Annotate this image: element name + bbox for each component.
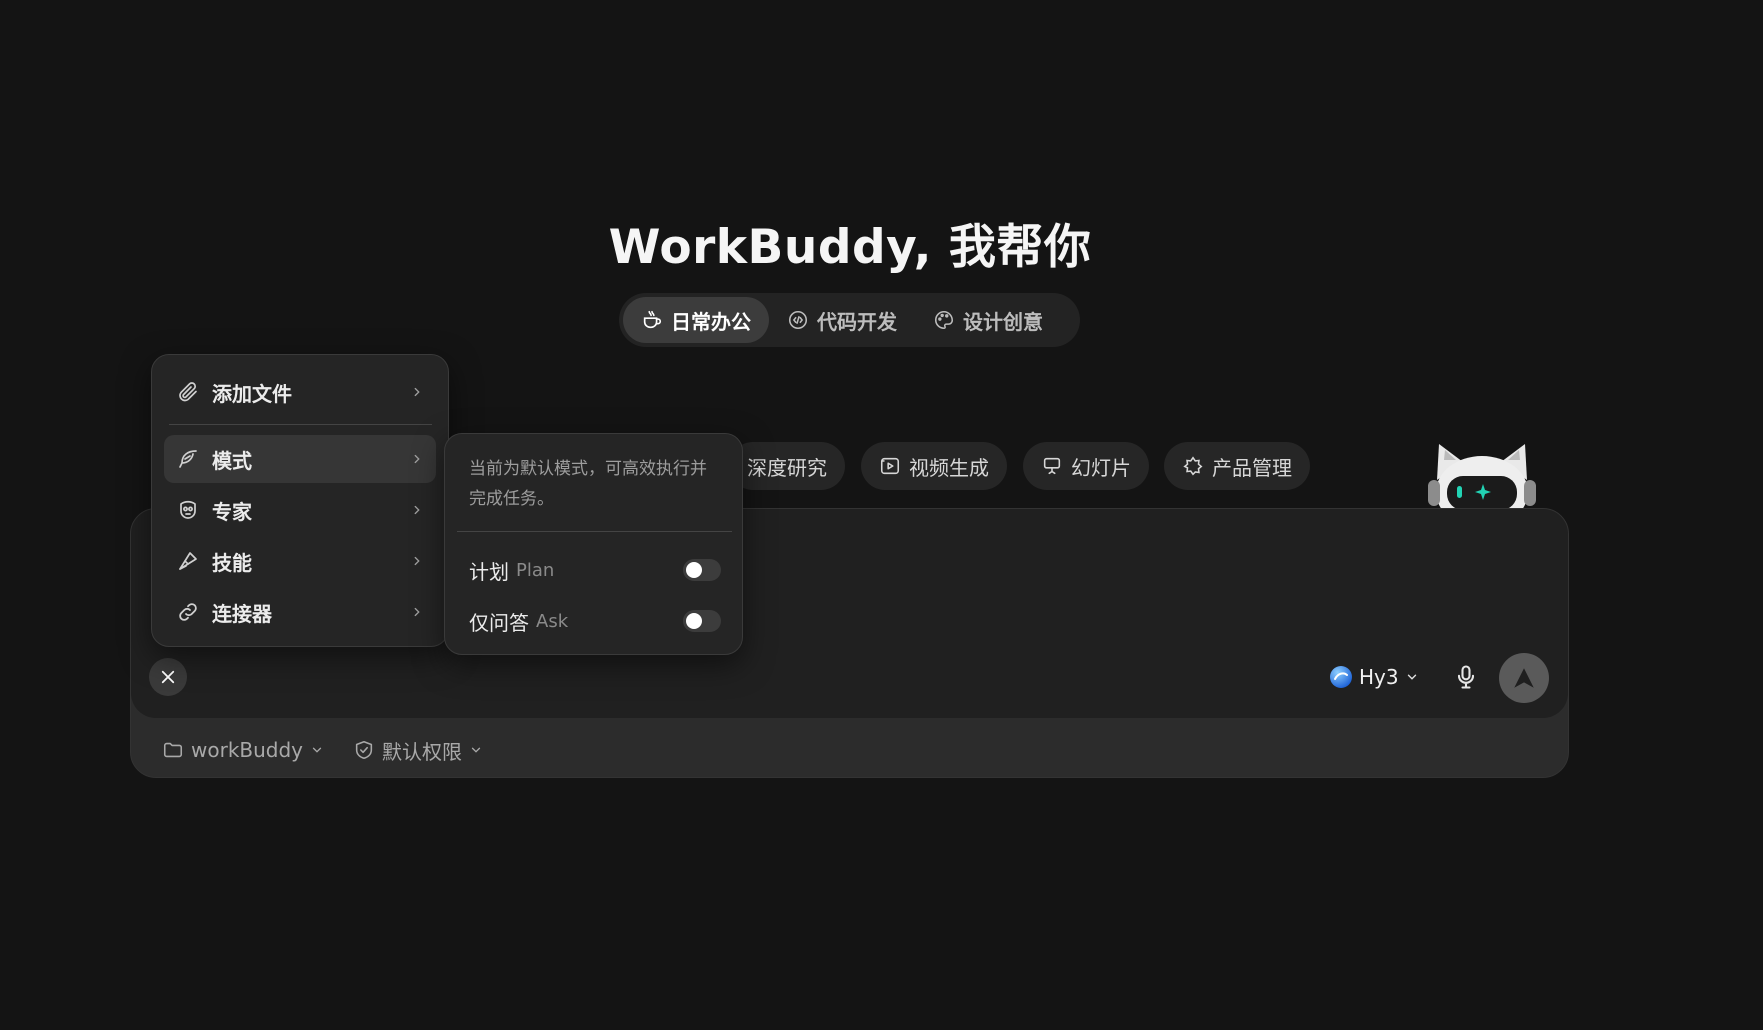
model-name: Hy3 xyxy=(1359,665,1399,689)
plan-mode-row[interactable]: 计划 Plan xyxy=(469,555,721,585)
send-arrow-icon xyxy=(1511,665,1537,691)
chevron-right-icon xyxy=(410,605,424,619)
mode-submenu: 当前为默认模式，可高效执行并完成任务。 计划 Plan 仅问答 Ask xyxy=(444,433,743,655)
tab-code-dev[interactable]: 代码开发 xyxy=(769,297,915,343)
microphone-button[interactable] xyxy=(1452,663,1480,691)
link-icon xyxy=(176,600,200,624)
chip-label: 幻灯片 xyxy=(1071,455,1131,480)
toggle-label: 计划 xyxy=(469,559,509,584)
ask-toggle[interactable] xyxy=(683,610,721,632)
chevron-down-icon xyxy=(310,743,324,757)
model-selector[interactable]: Hy3 xyxy=(1329,662,1419,692)
menu-label: 模式 xyxy=(212,448,252,473)
product-icon xyxy=(1182,455,1204,477)
permission-label: 默认权限 xyxy=(382,739,462,764)
toggle-knob xyxy=(686,613,702,629)
toggle-knob xyxy=(686,562,702,578)
shield-check-icon xyxy=(353,739,375,761)
chip-deep-research[interactable]: 深度研究 xyxy=(729,442,845,490)
menu-item-add-file[interactable]: 添加文件 xyxy=(164,368,436,416)
chevron-right-icon xyxy=(410,554,424,568)
model-logo-icon xyxy=(1329,665,1353,689)
skill-icon xyxy=(176,549,200,573)
menu-label: 专家 xyxy=(212,499,252,524)
toggle-label-en: Plan xyxy=(516,559,555,581)
menu-label: 连接器 xyxy=(212,601,272,626)
menu-label: 添加文件 xyxy=(212,381,292,406)
chip-slides[interactable]: 幻灯片 xyxy=(1023,442,1149,490)
folder-icon xyxy=(162,739,184,761)
code-icon xyxy=(787,309,809,331)
submenu-divider xyxy=(457,531,732,532)
microphone-icon xyxy=(1452,663,1480,691)
menu-item-connectors[interactable]: 连接器 xyxy=(164,588,436,636)
send-button[interactable] xyxy=(1499,653,1549,703)
tab-design[interactable]: 设计创意 xyxy=(915,297,1061,343)
tab-daily-office[interactable]: 日常办公 xyxy=(623,297,769,343)
menu-item-expert[interactable]: 专家 xyxy=(164,486,436,534)
tab-label: 代码开发 xyxy=(817,309,897,334)
ask-mode-row[interactable]: 仅问答 Ask xyxy=(469,606,721,636)
close-menu-button[interactable] xyxy=(149,658,187,696)
chip-label: 视频生成 xyxy=(909,455,989,480)
workspace-selector[interactable]: workBuddy xyxy=(162,735,324,765)
toggle-label: 仅问答 xyxy=(469,610,529,635)
category-tabs: 日常办公 代码开发 设计创意 xyxy=(619,293,1080,347)
expert-icon xyxy=(176,498,200,522)
menu-divider xyxy=(169,424,432,425)
permission-selector[interactable]: 默认权限 xyxy=(353,735,483,765)
chip-label: 深度研究 xyxy=(747,455,827,480)
chip-label: 产品管理 xyxy=(1212,455,1292,480)
feather-icon xyxy=(176,447,200,471)
menu-label: 技能 xyxy=(212,550,252,575)
plan-toggle[interactable] xyxy=(683,559,721,581)
page-title: WorkBuddy, 我帮你 xyxy=(608,220,1092,275)
chevron-down-icon xyxy=(469,743,483,757)
tab-label: 日常办公 xyxy=(671,309,751,334)
video-icon xyxy=(879,455,901,477)
chevron-down-icon xyxy=(1405,670,1419,684)
menu-item-skills[interactable]: 技能 xyxy=(164,537,436,585)
coffee-cup-icon xyxy=(641,309,663,331)
close-icon xyxy=(159,668,177,686)
menu-item-mode[interactable]: 模式 xyxy=(164,435,436,483)
chevron-right-icon xyxy=(410,452,424,466)
chevron-right-icon xyxy=(410,503,424,517)
paperclip-icon xyxy=(176,380,200,404)
mode-description: 当前为默认模式，可高效执行并完成任务。 xyxy=(469,459,707,509)
palette-icon xyxy=(933,309,955,331)
tab-label: 设计创意 xyxy=(963,309,1043,334)
workspace-name: workBuddy xyxy=(191,738,304,762)
presentation-icon xyxy=(1041,455,1063,477)
chip-video-gen[interactable]: 视频生成 xyxy=(861,442,1007,490)
chip-product-mgmt[interactable]: 产品管理 xyxy=(1164,442,1310,490)
mascot-robot-cat xyxy=(1423,440,1541,512)
chevron-right-icon xyxy=(410,385,424,399)
attachment-menu: 添加文件 模式 专家 技能 连接器 xyxy=(151,354,449,647)
toggle-label-en: Ask xyxy=(536,610,569,632)
